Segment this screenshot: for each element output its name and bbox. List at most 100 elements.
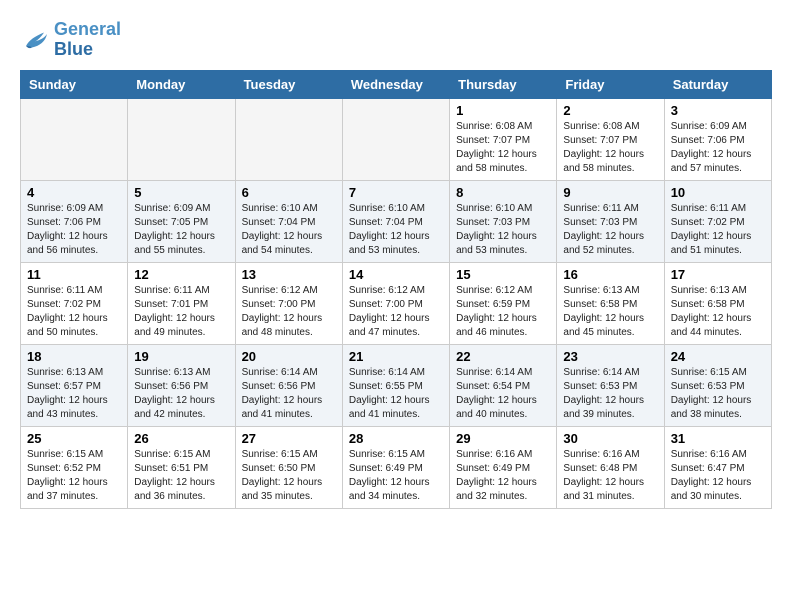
day-number: 10 (671, 185, 765, 200)
day-number: 4 (27, 185, 121, 200)
day-info: Sunrise: 6:15 AM Sunset: 6:50 PM Dayligh… (242, 448, 336, 504)
day-info: Sunrise: 6:13 AM Sunset: 6:57 PM Dayligh… (27, 366, 121, 422)
calendar-cell: 17 Sunrise: 6:13 AM Sunset: 6:58 PM Dayli… (664, 262, 771, 344)
day-number: 14 (349, 267, 443, 282)
day-number: 8 (456, 185, 550, 200)
day-number: 29 (456, 431, 550, 446)
day-number: 13 (242, 267, 336, 282)
day-number: 1 (456, 103, 550, 118)
calendar-cell: 13 Sunrise: 6:12 AM Sunset: 7:00 PM Dayli… (235, 262, 342, 344)
day-number: 24 (671, 349, 765, 364)
calendar-cell: 1 Sunrise: 6:08 AM Sunset: 7:07 PM Daylig… (450, 98, 557, 180)
calendar-cell: 24 Sunrise: 6:15 AM Sunset: 6:53 PM Dayli… (664, 344, 771, 426)
calendar-cell: 23 Sunrise: 6:14 AM Sunset: 6:53 PM Dayli… (557, 344, 664, 426)
calendar-cell: 19 Sunrise: 6:13 AM Sunset: 6:56 PM Dayli… (128, 344, 235, 426)
day-info: Sunrise: 6:12 AM Sunset: 7:00 PM Dayligh… (349, 284, 443, 340)
calendar-cell: 27 Sunrise: 6:15 AM Sunset: 6:50 PM Dayli… (235, 426, 342, 508)
calendar-cell: 20 Sunrise: 6:14 AM Sunset: 6:56 PM Dayli… (235, 344, 342, 426)
calendar-cell: 31 Sunrise: 6:16 AM Sunset: 6:47 PM Dayli… (664, 426, 771, 508)
day-info: Sunrise: 6:14 AM Sunset: 6:55 PM Dayligh… (349, 366, 443, 422)
calendar-table: SundayMondayTuesdayWednesdayThursdayFrid… (20, 70, 772, 509)
calendar-cell: 7Sunrise: 6:10 AM Sunset: 7:04 PM Daylig… (342, 180, 449, 262)
day-info: Sunrise: 6:13 AM Sunset: 6:56 PM Dayligh… (134, 366, 228, 422)
day-number: 27 (242, 431, 336, 446)
calendar-cell: 16 Sunrise: 6:13 AM Sunset: 6:58 PM Dayli… (557, 262, 664, 344)
day-info: Sunrise: 6:13 AM Sunset: 6:58 PM Dayligh… (563, 284, 657, 340)
day-number: 26 (134, 431, 228, 446)
day-info: Sunrise: 6:15 AM Sunset: 6:52 PM Dayligh… (27, 448, 121, 504)
calendar-cell (235, 98, 342, 180)
day-number: 3 (671, 103, 765, 118)
calendar-cell: 26 Sunrise: 6:15 AM Sunset: 6:51 PM Dayli… (128, 426, 235, 508)
day-info: Sunrise: 6:09 AM Sunset: 7:06 PM Dayligh… (27, 202, 121, 258)
day-number: 21 (349, 349, 443, 364)
day-number: 11 (27, 267, 121, 282)
day-number: 17 (671, 267, 765, 282)
calendar-cell (128, 98, 235, 180)
logo: General Blue (20, 20, 121, 60)
day-number: 6 (242, 185, 336, 200)
calendar-cell: 28 Sunrise: 6:15 AM Sunset: 6:49 PM Dayli… (342, 426, 449, 508)
col-header-saturday: Saturday (664, 70, 771, 98)
col-header-tuesday: Tuesday (235, 70, 342, 98)
day-number: 9 (563, 185, 657, 200)
day-number: 16 (563, 267, 657, 282)
day-number: 12 (134, 267, 228, 282)
day-number: 5 (134, 185, 228, 200)
calendar-cell (342, 98, 449, 180)
day-number: 30 (563, 431, 657, 446)
day-info: Sunrise: 6:16 AM Sunset: 6:48 PM Dayligh… (563, 448, 657, 504)
calendar-cell: 4 Sunrise: 6:09 AM Sunset: 7:06 PM Daylig… (21, 180, 128, 262)
day-info: Sunrise: 6:08 AM Sunset: 7:07 PM Dayligh… (563, 120, 657, 176)
day-number: 15 (456, 267, 550, 282)
calendar-cell: 2 Sunrise: 6:08 AM Sunset: 7:07 PM Daylig… (557, 98, 664, 180)
day-info: Sunrise: 6:14 AM Sunset: 6:54 PM Dayligh… (456, 366, 550, 422)
calendar-cell: 14 Sunrise: 6:12 AM Sunset: 7:00 PM Dayli… (342, 262, 449, 344)
col-header-sunday: Sunday (21, 70, 128, 98)
day-info: Sunrise: 6:12 AM Sunset: 7:00 PM Dayligh… (242, 284, 336, 340)
day-info: Sunrise: 6:10 AM Sunset: 7:04 PM Dayligh… (349, 202, 443, 258)
day-info: Sunrise: 6:14 AM Sunset: 6:56 PM Dayligh… (242, 366, 336, 422)
calendar-cell: 18Sunrise: 6:13 AM Sunset: 6:57 PM Dayli… (21, 344, 128, 426)
day-info: Sunrise: 6:16 AM Sunset: 6:47 PM Dayligh… (671, 448, 765, 504)
calendar-cell: 6 Sunrise: 6:10 AM Sunset: 7:04 PM Daylig… (235, 180, 342, 262)
day-number: 28 (349, 431, 443, 446)
calendar-cell: 29Sunrise: 6:16 AM Sunset: 6:49 PM Dayli… (450, 426, 557, 508)
col-header-monday: Monday (128, 70, 235, 98)
day-number: 22 (456, 349, 550, 364)
col-header-thursday: Thursday (450, 70, 557, 98)
day-number: 25 (27, 431, 121, 446)
day-number: 23 (563, 349, 657, 364)
day-number: 31 (671, 431, 765, 446)
calendar-cell: 10 Sunrise: 6:11 AM Sunset: 7:02 PM Dayli… (664, 180, 771, 262)
calendar-cell: 12Sunrise: 6:11 AM Sunset: 7:01 PM Dayli… (128, 262, 235, 344)
day-number: 19 (134, 349, 228, 364)
logo-icon (20, 25, 50, 55)
calendar-cell: 15 Sunrise: 6:12 AM Sunset: 6:59 PM Dayli… (450, 262, 557, 344)
day-info: Sunrise: 6:09 AM Sunset: 7:06 PM Dayligh… (671, 120, 765, 176)
calendar-cell: 11 Sunrise: 6:11 AM Sunset: 7:02 PM Dayli… (21, 262, 128, 344)
day-info: Sunrise: 6:15 AM Sunset: 6:51 PM Dayligh… (134, 448, 228, 504)
col-header-friday: Friday (557, 70, 664, 98)
day-info: Sunrise: 6:11 AM Sunset: 7:03 PM Dayligh… (563, 202, 657, 258)
calendar-cell: 8Sunrise: 6:10 AM Sunset: 7:03 PM Daylig… (450, 180, 557, 262)
logo-text: General Blue (54, 20, 121, 60)
page-header: General Blue (20, 20, 772, 60)
day-number: 20 (242, 349, 336, 364)
calendar-cell: 22 Sunrise: 6:14 AM Sunset: 6:54 PM Dayli… (450, 344, 557, 426)
calendar-cell: 5Sunrise: 6:09 AM Sunset: 7:05 PM Daylig… (128, 180, 235, 262)
day-info: Sunrise: 6:11 AM Sunset: 7:02 PM Dayligh… (27, 284, 121, 340)
day-info: Sunrise: 6:08 AM Sunset: 7:07 PM Dayligh… (456, 120, 550, 176)
calendar-cell: 21 Sunrise: 6:14 AM Sunset: 6:55 PM Dayli… (342, 344, 449, 426)
day-info: Sunrise: 6:11 AM Sunset: 7:02 PM Dayligh… (671, 202, 765, 258)
day-info: Sunrise: 6:12 AM Sunset: 6:59 PM Dayligh… (456, 284, 550, 340)
day-info: Sunrise: 6:15 AM Sunset: 6:49 PM Dayligh… (349, 448, 443, 504)
day-number: 2 (563, 103, 657, 118)
calendar-cell: 3 Sunrise: 6:09 AM Sunset: 7:06 PM Daylig… (664, 98, 771, 180)
calendar-cell (21, 98, 128, 180)
day-info: Sunrise: 6:14 AM Sunset: 6:53 PM Dayligh… (563, 366, 657, 422)
calendar-cell: 30 Sunrise: 6:16 AM Sunset: 6:48 PM Dayli… (557, 426, 664, 508)
day-info: Sunrise: 6:15 AM Sunset: 6:53 PM Dayligh… (671, 366, 765, 422)
day-info: Sunrise: 6:10 AM Sunset: 7:04 PM Dayligh… (242, 202, 336, 258)
day-info: Sunrise: 6:13 AM Sunset: 6:58 PM Dayligh… (671, 284, 765, 340)
